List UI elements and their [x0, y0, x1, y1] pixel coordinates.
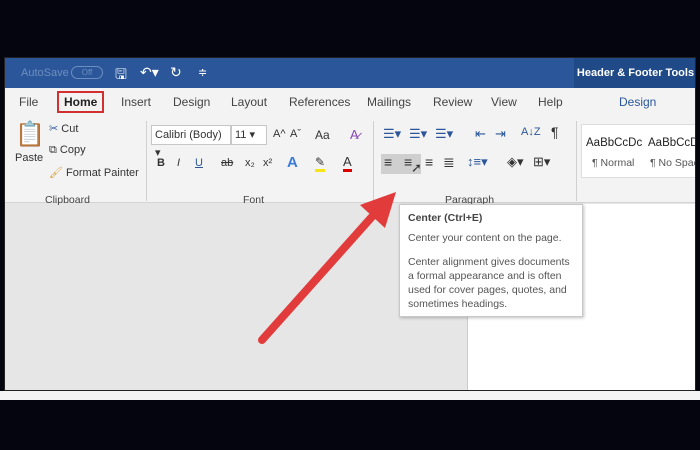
- annotation-arrow: [258, 192, 396, 344]
- arrow-shaft: [258, 206, 382, 344]
